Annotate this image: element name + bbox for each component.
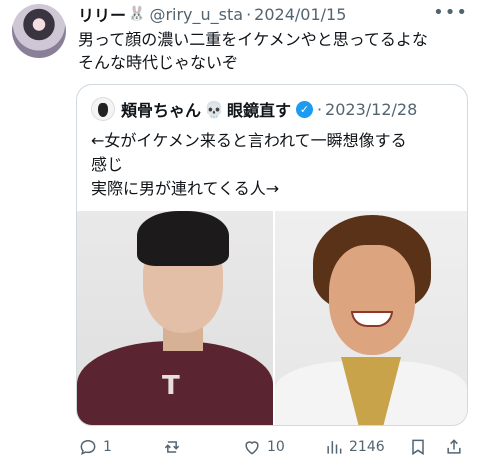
face-shape — [329, 245, 415, 355]
reply-icon — [80, 439, 96, 456]
quote-text-line: ←女がイケメン来ると言われて一瞬想像する — [91, 131, 407, 150]
quote-header: 頬骨ちゃん 💀 眼鏡直す ✓ · 2023/12/28 — [91, 97, 417, 121]
retweet-icon — [164, 441, 180, 453]
display-name[interactable]: リリー — [78, 2, 126, 26]
separator-dot: · — [246, 4, 252, 24]
quote-display-name: 頬骨ちゃん — [121, 101, 202, 120]
reply-count: 1 — [103, 439, 112, 455]
tweet-header: リリー 🐰 @riry_u_sta · 2024/01/15 ••• — [78, 2, 468, 26]
views-chart-icon — [327, 441, 342, 454]
quote-text-line: 感じ — [91, 155, 124, 174]
quoted-tweet[interactable]: 頬骨ちゃん 💀 眼鏡直す ✓ · 2023/12/28 ←女がイケメン来ると言わ… — [76, 84, 468, 426]
quote-image-left[interactable]: T — [77, 211, 273, 425]
tweet-text: 男って顔の濃い二重をイケメンやと思ってるよな そんな時代じゃないぞ — [78, 28, 468, 74]
t-shirt-letter-graphic: T — [162, 371, 180, 401]
heart-icon — [245, 441, 259, 455]
quote-date: 2023/12/28 — [325, 99, 418, 119]
views-button[interactable]: 2146 — [324, 432, 385, 462]
quote-avatar — [91, 97, 115, 121]
skull-emoji: 💀 — [204, 99, 224, 119]
quote-text: ←女がイケメン来ると言われて一瞬想像する 感じ 実際に男が連れてくる人→ — [91, 129, 457, 201]
share-button[interactable] — [444, 432, 464, 462]
verified-badge-icon: ✓ — [295, 100, 313, 118]
quote-text-line: 実際に男が連れてくる人→ — [91, 179, 280, 198]
share-icon — [447, 439, 461, 454]
retweet-button[interactable] — [162, 432, 187, 462]
rabbit-emoji: 🐰 — [128, 6, 146, 22]
bookmark-icon — [412, 439, 424, 456]
like-button[interactable]: 10 — [242, 432, 285, 462]
action-bar: 1 10 2146 — [78, 432, 468, 462]
user-handle[interactable]: @riry_u_sta — [149, 5, 243, 24]
tweet-text-line: 男って顔の濃い二重をイケメンやと思ってるよな — [78, 30, 428, 49]
tweet-text-line: そんな時代じゃないぞ — [78, 53, 239, 72]
like-count: 10 — [267, 439, 285, 455]
quote-separator-dot: · — [316, 99, 323, 119]
reply-button[interactable]: 1 — [78, 432, 112, 462]
post-date[interactable]: 2024/01/15 — [254, 5, 346, 24]
more-horizontal-icon[interactable]: ••• — [433, 2, 468, 23]
bookmark-button[interactable] — [408, 432, 428, 462]
quote-display-name-suffix: 眼鏡直す — [226, 101, 291, 120]
quote-image-right[interactable] — [275, 211, 467, 425]
avatar[interactable] — [12, 4, 66, 58]
hair-shape — [137, 211, 229, 266]
views-count: 2146 — [349, 439, 385, 455]
